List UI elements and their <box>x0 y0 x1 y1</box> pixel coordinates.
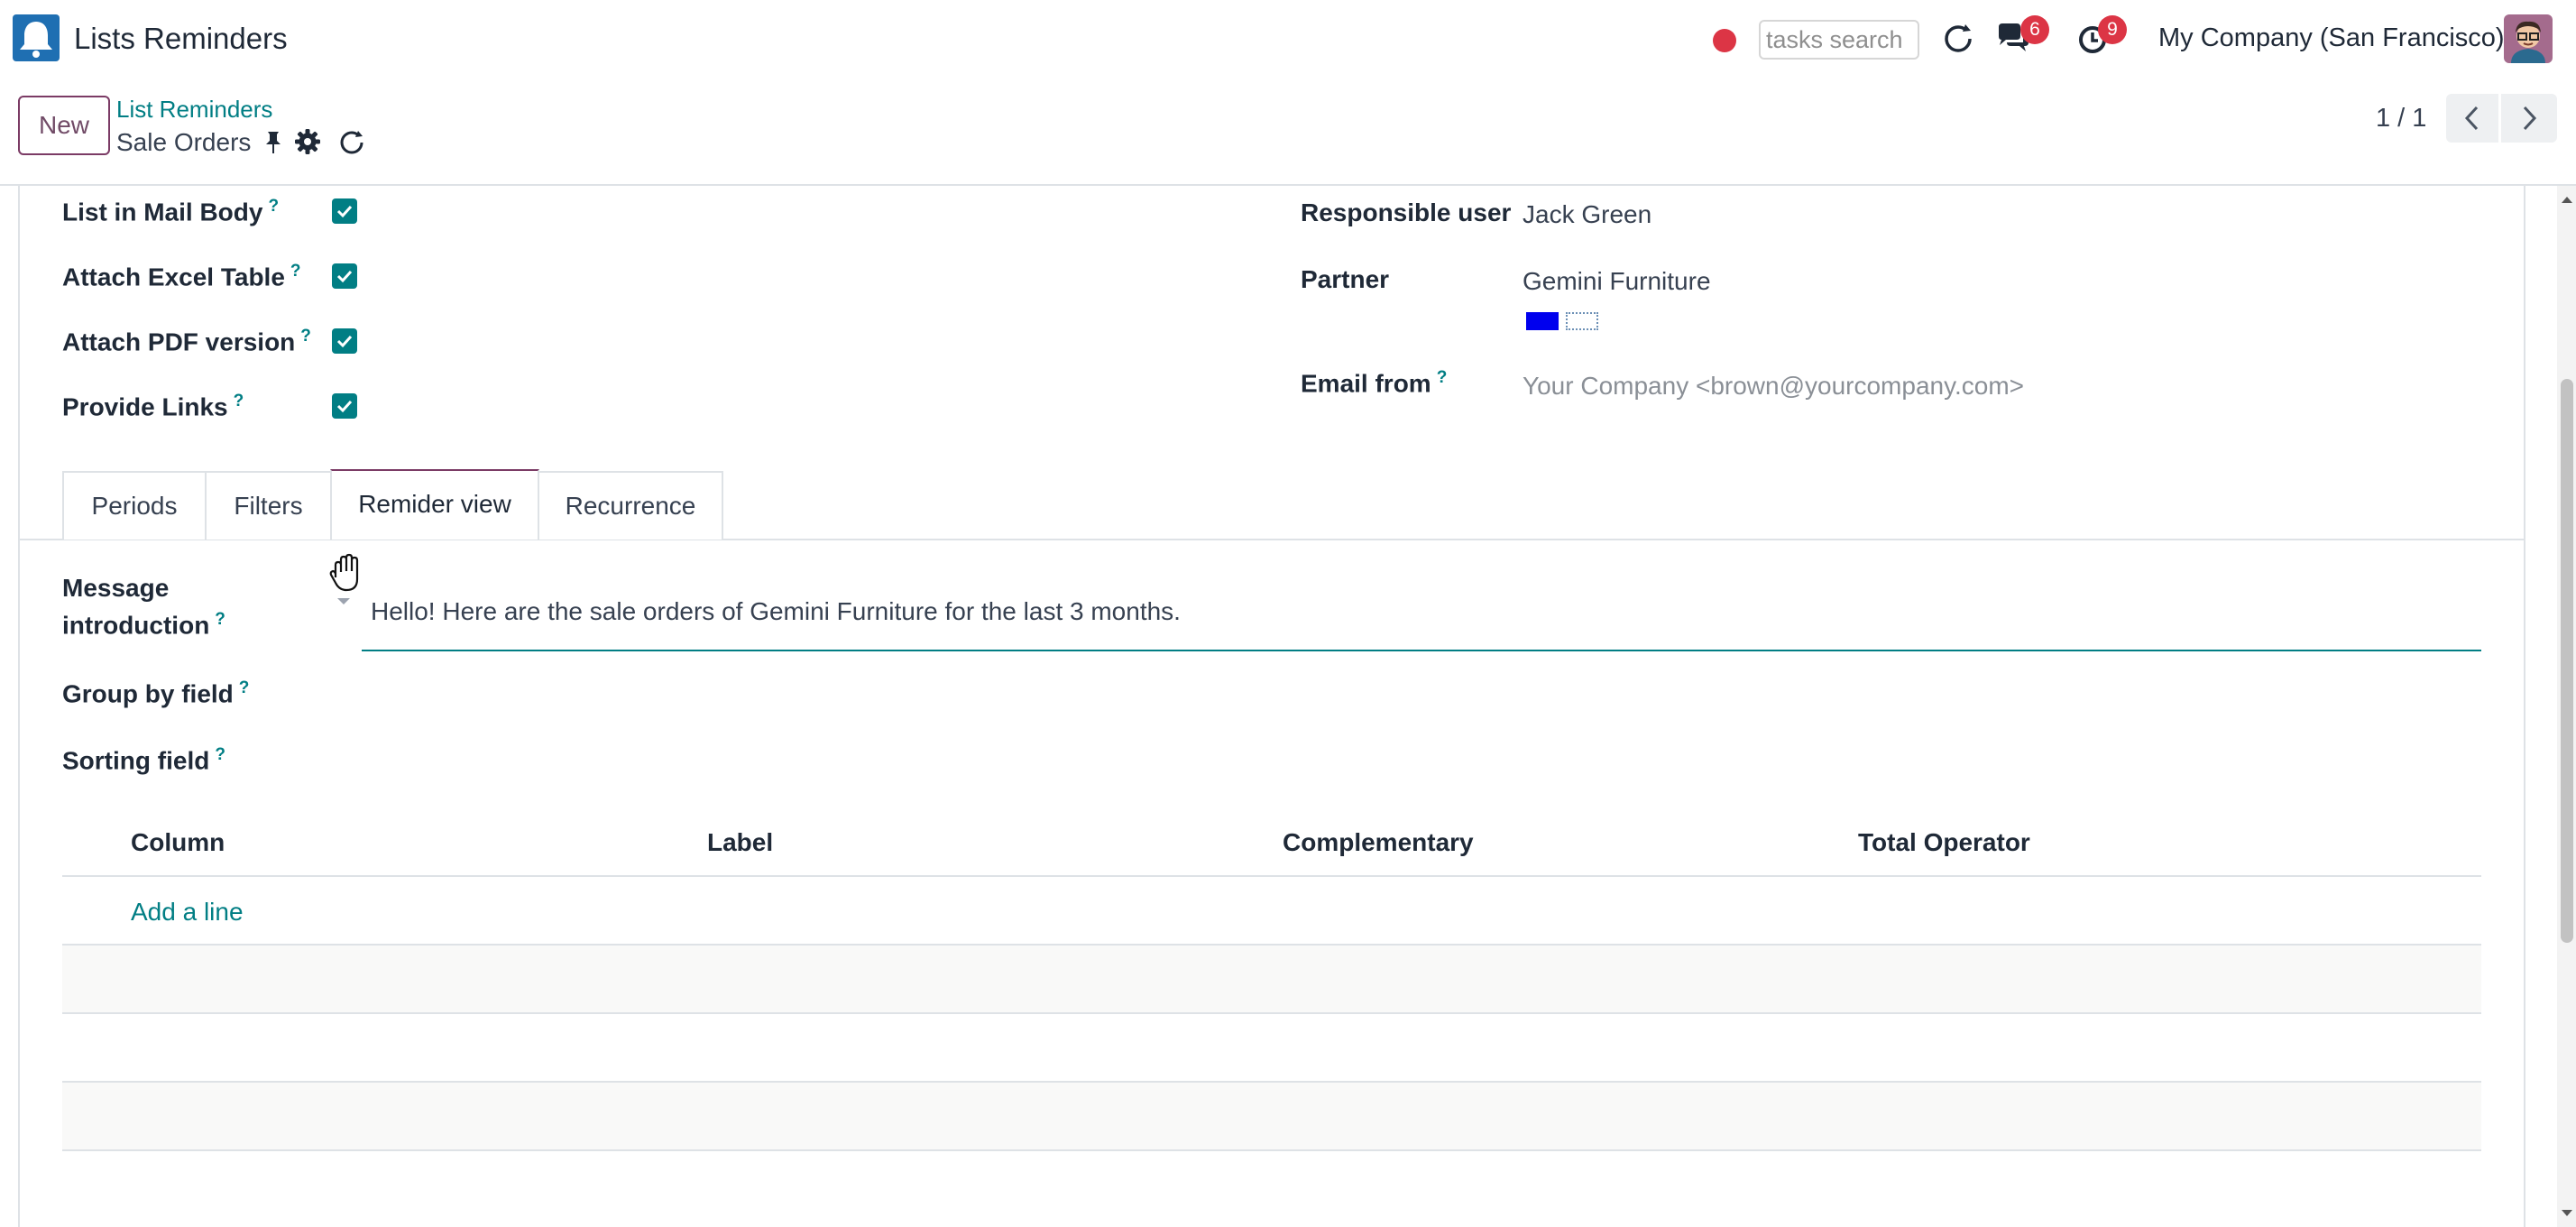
checkmark-icon <box>336 335 353 348</box>
column-header-total-operator[interactable]: Total Operator <box>1858 828 2030 857</box>
pin-icon[interactable] <box>263 130 283 160</box>
help-tooltip-icon[interactable]: ? <box>215 610 225 629</box>
help-tooltip-icon[interactable]: ? <box>1437 368 1448 387</box>
partner-color-tag[interactable] <box>1526 312 1559 330</box>
user-avatar[interactable] <box>2504 14 2553 63</box>
scroll-down-icon[interactable] <box>2560 1207 2574 1223</box>
email-from-input[interactable]: Your Company <brown@yourcompany.com> <box>1523 372 2024 401</box>
chat-count-badge: 6 <box>2020 15 2049 44</box>
help-tooltip-icon[interactable]: ? <box>300 327 311 346</box>
help-tooltip-icon[interactable]: ? <box>215 745 225 764</box>
tab-periods[interactable]: Periods <box>62 471 207 540</box>
provide-links-label: Provide Links? <box>62 392 244 421</box>
chevron-right-icon <box>2523 106 2537 131</box>
message-introduction-input[interactable] <box>362 574 2481 651</box>
provide-links-checkbox[interactable] <box>332 393 357 419</box>
activity-count-badge: 9 <box>2098 15 2127 44</box>
list-in-mail-body-checkbox[interactable] <box>332 198 357 224</box>
tasks-search-input[interactable] <box>1759 20 1919 60</box>
company-switcher[interactable]: My Company (San Francisco) <box>2158 23 2505 53</box>
tab-filters[interactable]: Filters <box>205 471 332 540</box>
partner-tag-placeholder[interactable] <box>1566 312 1598 330</box>
list-in-mail-body-label: List in Mail Body? <box>62 197 279 226</box>
help-tooltip-icon[interactable]: ? <box>268 197 279 216</box>
scroll-up-icon[interactable] <box>2560 193 2574 209</box>
hand-cursor-icon <box>327 552 366 600</box>
email-from-label: Email from? <box>1301 368 1447 398</box>
breadcrumb-current: Sale Orders <box>116 128 252 156</box>
bell-app-icon[interactable] <box>13 14 60 61</box>
column-header-column[interactable]: Column <box>131 828 225 857</box>
tab-recurrence[interactable]: Recurrence <box>538 471 723 540</box>
checkmark-icon <box>336 205 353 218</box>
recording-indicator-icon[interactable] <box>1713 29 1736 52</box>
checkmark-icon <box>336 400 353 413</box>
column-header-label[interactable]: Label <box>707 828 773 857</box>
field-label-text: Provide Links <box>62 392 228 421</box>
responsible-user-label: Responsible user <box>1301 198 1512 226</box>
checkmark-icon <box>336 270 353 283</box>
field-label-text: Attach Excel Table <box>62 263 285 291</box>
field-label-text: Email from <box>1301 369 1431 398</box>
tab-reminder-view[interactable]: Remider view <box>330 469 539 540</box>
field-label-text: Attach PDF version <box>62 328 296 356</box>
pager-value[interactable]: 1 / 1 <box>2376 104 2426 134</box>
refresh-icon[interactable] <box>1941 22 1975 60</box>
help-tooltip-icon[interactable]: ? <box>239 678 250 697</box>
sorting-field-label: Sorting field? <box>62 745 225 775</box>
field-label-text: introduction <box>62 611 210 640</box>
table-row <box>62 1083 2481 1149</box>
field-label-text: Sorting field <box>62 746 210 775</box>
field-label-text: Group by field <box>62 679 234 708</box>
scrollbar-thumb[interactable] <box>2561 379 2573 943</box>
breadcrumb-parent-link[interactable]: List Reminders <box>116 96 272 124</box>
table-row <box>62 946 2481 1012</box>
partner-label: Partner <box>1301 265 1390 293</box>
group-by-field-label: Group by field? <box>62 678 249 708</box>
column-header-complementary[interactable]: Complementary <box>1283 828 1474 857</box>
field-label-text: List in Mail Body <box>62 198 263 226</box>
pager-next-button[interactable] <box>2501 94 2557 143</box>
help-tooltip-icon[interactable]: ? <box>234 392 244 411</box>
table-row-divider <box>62 1149 2481 1151</box>
control-panel <box>0 81 2576 186</box>
app-name[interactable]: Lists Reminders <box>74 22 288 56</box>
message-introduction-label: introduction? <box>62 610 225 640</box>
message-introduction-label-line1: Message <box>62 574 170 602</box>
help-tooltip-icon[interactable]: ? <box>290 262 301 281</box>
discard-refresh-icon[interactable] <box>337 128 366 161</box>
attach-pdf-version-label: Attach PDF version? <box>62 327 311 356</box>
new-button[interactable]: New <box>18 96 110 155</box>
attach-excel-table-checkbox[interactable] <box>332 263 357 289</box>
responsible-user-value[interactable]: Jack Green <box>1523 200 1651 229</box>
table-header-divider <box>62 875 2481 877</box>
chevron-left-icon <box>2464 106 2479 131</box>
partner-value[interactable]: Gemini Furniture <box>1523 267 1711 296</box>
add-a-line-link[interactable]: Add a line <box>131 898 244 927</box>
attach-excel-table-label: Attach Excel Table? <box>62 262 301 291</box>
attach-pdf-version-checkbox[interactable] <box>332 328 357 354</box>
pager-previous-button[interactable] <box>2446 94 2498 143</box>
table-row <box>62 1014 2481 1081</box>
gear-icon[interactable] <box>294 128 321 160</box>
